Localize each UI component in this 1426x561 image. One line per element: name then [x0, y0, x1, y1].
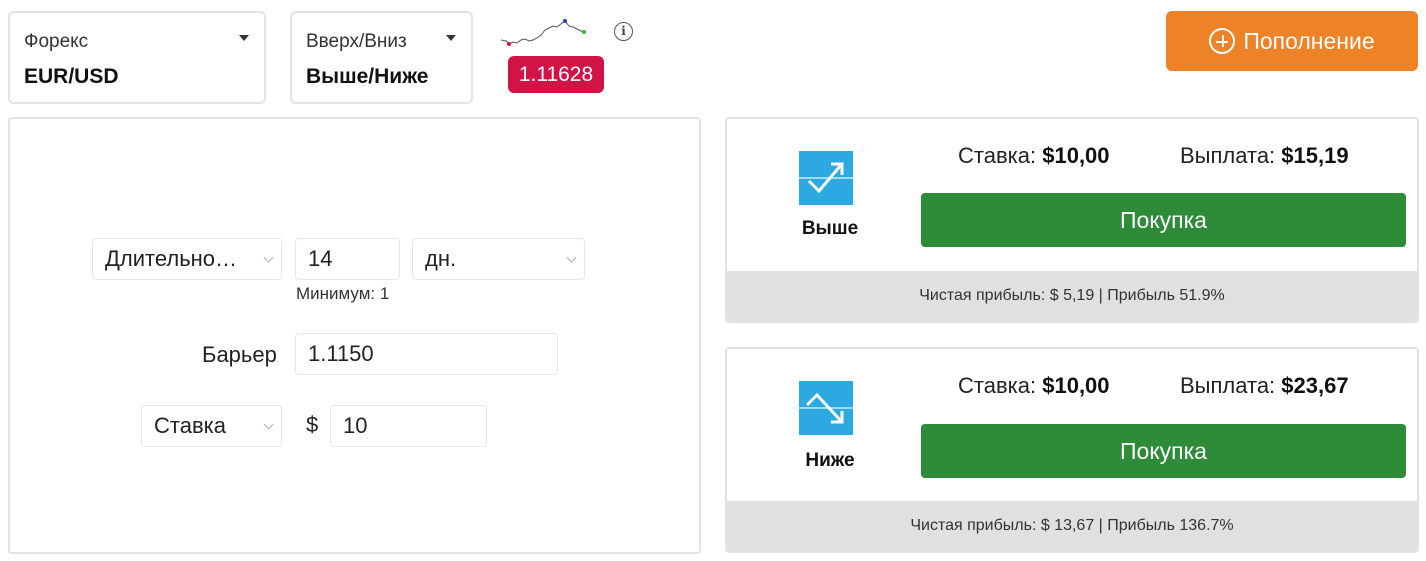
contract-direction-label: Выше [801, 218, 859, 239]
stake-input[interactable]: 10 [330, 405, 487, 447]
chevron-down-icon [263, 419, 274, 430]
duration-input[interactable]: 14 [295, 238, 400, 280]
stake-info-label: Ставка: [958, 373, 1037, 398]
barrier-input[interactable]: 1.1150 [295, 333, 558, 375]
payout-info-value: $15,19 [1281, 143, 1349, 168]
asset-selector[interactable]: Форекс EUR/USD [8, 11, 266, 104]
asset-category-label: Форекс [24, 31, 89, 52]
stake-info: Ставка: $10,00 [958, 373, 1110, 399]
caret-down-icon [239, 35, 249, 41]
payout-info-label: Выплата: [1180, 143, 1276, 168]
arrow-down-trend-icon [799, 381, 853, 435]
arrow-up-trend-icon [799, 151, 853, 205]
asset-value: EUR/USD [24, 65, 119, 88]
stake-info-value: $10,00 [1042, 143, 1110, 168]
contract-card-lower: Ниже Ставка: $10,00 Выплата: $23,67 Поку… [725, 347, 1419, 553]
amount-type-select[interactable]: Ставка [141, 405, 282, 447]
contract-type-category-label: Вверх/Вниз [306, 31, 407, 52]
payout-info: Выплата: $23,67 [1180, 373, 1349, 399]
stake-info-label: Ставка: [958, 143, 1037, 168]
current-price-badge: 1.11628 [508, 56, 604, 93]
sparkline-chart-icon [500, 19, 586, 46]
payout-info-value: $23,67 [1281, 373, 1349, 398]
deposit-button[interactable]: Пополнение [1166, 11, 1418, 71]
duration-minimum-hint: Минимум: 1 [296, 284, 390, 303]
profit-summary: Чистая прибыль: $ 5,19 | Прибыль 51.9% [727, 271, 1417, 321]
duration-unit-select[interactable]: дн. [412, 238, 585, 280]
deposit-button-label: Пополнение [1243, 27, 1375, 54]
info-icon[interactable]: i [614, 22, 633, 41]
stake-value: 10 [343, 413, 368, 438]
contract-direction-label: Ниже [805, 450, 855, 471]
duration-value: 14 [308, 246, 333, 271]
duration-type-select[interactable]: Длительно… [92, 238, 282, 280]
profit-summary: Чистая прибыль: $ 13,67 | Прибыль 136.7% [727, 501, 1417, 551]
payout-info-label: Выплата: [1180, 373, 1276, 398]
caret-down-icon [446, 35, 456, 41]
payout-info: Выплата: $15,19 [1180, 143, 1349, 169]
duration-type-value: Длительно… [105, 246, 238, 271]
contract-type-selector[interactable]: Вверх/Вниз Выше/Ниже [290, 11, 473, 104]
buy-higher-button[interactable]: Покупка [921, 193, 1406, 247]
stake-info-value: $10,00 [1042, 373, 1110, 398]
stake-info: Ставка: $10,00 [958, 143, 1110, 169]
duration-unit-value: дн. [425, 246, 457, 271]
buy-lower-button[interactable]: Покупка [921, 424, 1406, 478]
barrier-label: Барьер [202, 342, 277, 367]
contract-type-value: Выше/Ниже [306, 65, 429, 88]
amount-type-value: Ставка [154, 413, 226, 438]
barrier-value: 1.1150 [308, 341, 374, 366]
plus-circle-icon [1209, 28, 1236, 54]
chevron-down-icon [263, 252, 274, 263]
chevron-down-icon [566, 252, 577, 263]
contract-card-higher: Выше Ставка: $10,00 Выплата: $15,19 Поку… [725, 117, 1419, 323]
currency-symbol: $ [306, 412, 319, 437]
